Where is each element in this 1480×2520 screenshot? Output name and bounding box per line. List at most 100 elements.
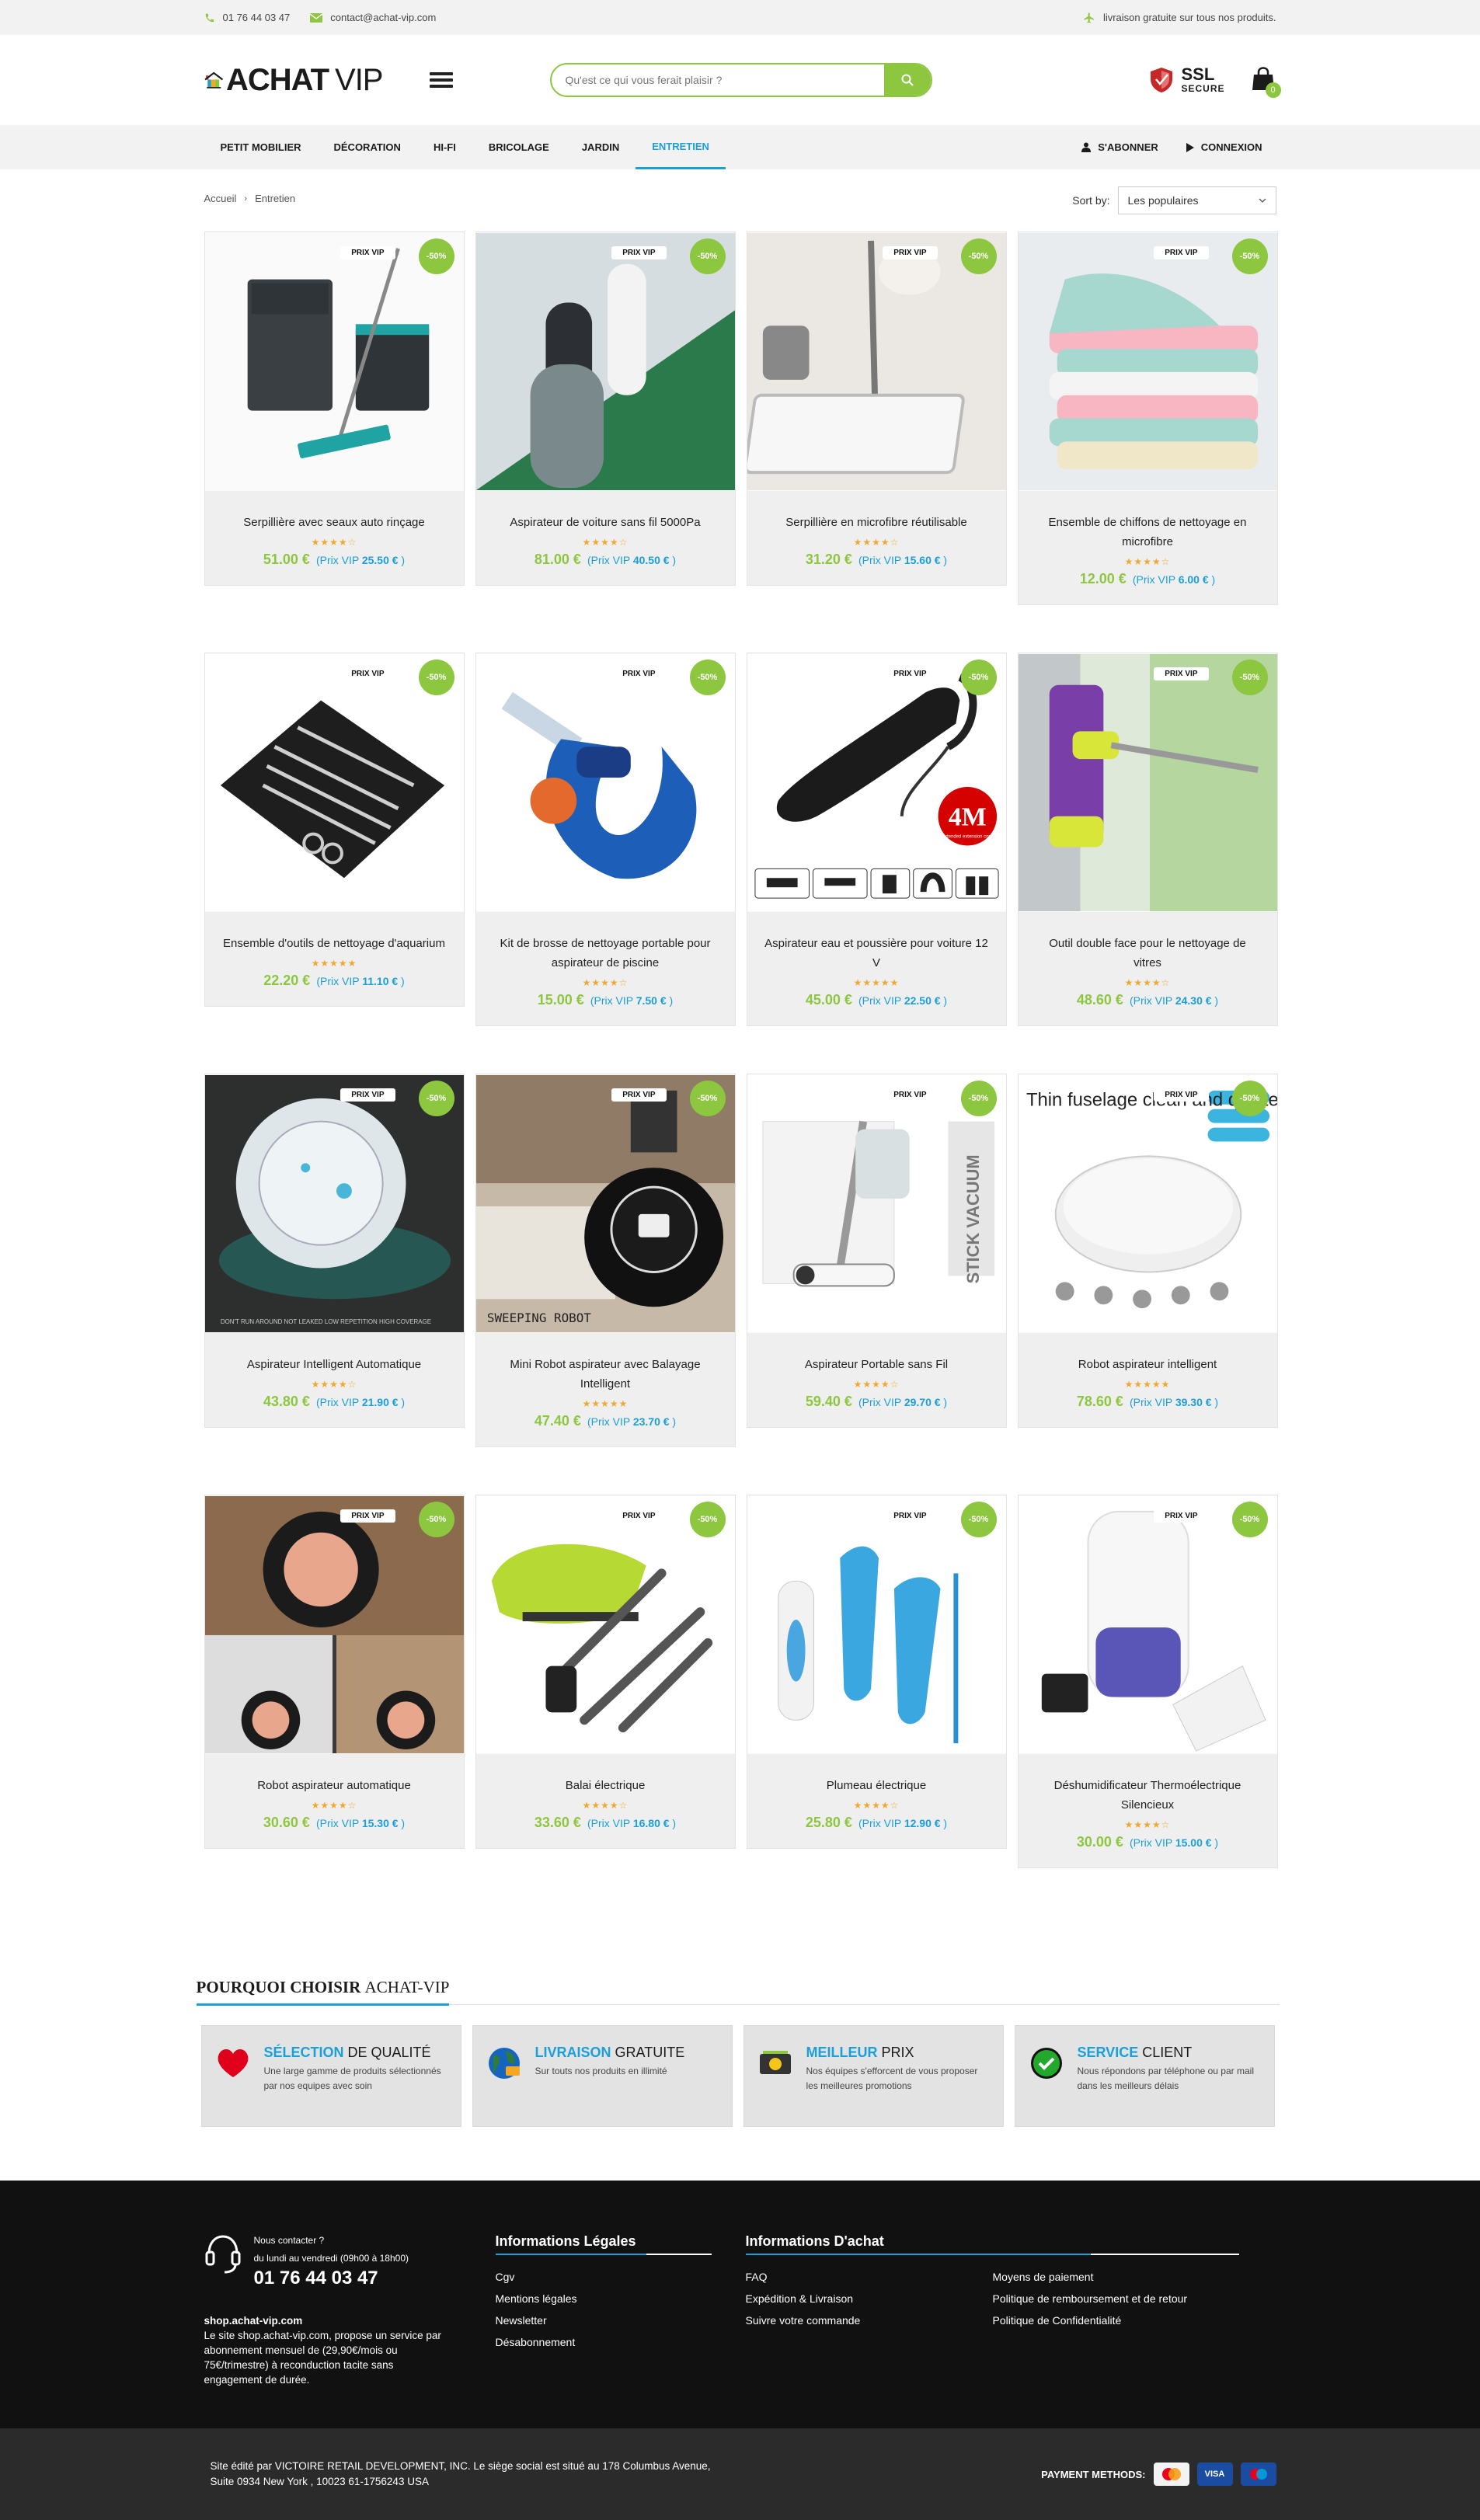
vip-price: (Prix VIP 15.60 € )	[858, 554, 948, 566]
product-name[interactable]: Mini Robot aspirateur avec Balayage Inte…	[492, 1355, 719, 1394]
product-image[interactable]: SWEEPING ROBOT PRIX VIP -50%	[475, 1074, 735, 1333]
footer-link-unsubscribe[interactable]: Désabonnement	[496, 2331, 712, 2353]
search-button[interactable]	[883, 64, 931, 96]
breadcrumb-home[interactable]: Accueil	[204, 193, 237, 204]
vip-price-label: (Prix VIP	[587, 554, 630, 566]
product-card[interactable]: PRIX VIP -50% Ensemble de chiffons de ne…	[1017, 231, 1278, 605]
product-card[interactable]: PRIX VIP -50% Aspirateur de voiture sans…	[475, 231, 736, 586]
vip-price: (Prix VIP 29.70 € )	[858, 1396, 948, 1408]
product-image[interactable]: DON'T RUN AROUND NOT LEAKED LOW REPETITI…	[204, 1074, 464, 1333]
product-overlay-text: STICK VACUUM	[963, 1154, 983, 1283]
product-image[interactable]: STICK VACUUM PRIX VIP -50%	[747, 1074, 1006, 1333]
product-name[interactable]: Kit de brosse de nettoyage portable pour…	[492, 934, 719, 973]
product-card[interactable]: PRIX VIP -50% Balai électrique ★★★★☆ 33.…	[475, 1495, 736, 1849]
nav-item-decoration[interactable]: DÉCORATION	[318, 125, 417, 169]
product-image[interactable]: Thin fuselage clean and quieter PRIX VIP…	[1018, 1074, 1277, 1333]
nav-item-hifi[interactable]: HI-FI	[417, 125, 472, 169]
product-name[interactable]: Aspirateur de voiture sans fil 5000Pa	[492, 513, 719, 532]
product-card[interactable]: Thin fuselage clean and quieter PRIX VIP…	[1017, 1074, 1278, 1428]
sort-select[interactable]: Les populaires	[1117, 186, 1276, 214]
footer-link-privacy[interactable]: Politique de Confidentialité	[993, 2309, 1188, 2331]
topbar-shipping-text: livraison gratuite sur tous nos produits…	[1102, 12, 1276, 23]
product-card[interactable]: PRIX VIP -50% Serpillière avec seaux aut…	[204, 231, 465, 586]
footer-link-refund[interactable]: Politique de remboursement et de retour	[993, 2288, 1188, 2309]
product-overlay-text: DON'T RUN AROUND NOT LEAKED LOW REPETITI…	[220, 1318, 430, 1325]
vip-price-label: (Prix VIP	[1129, 994, 1172, 1007]
product-name[interactable]: Ensemble d'outils de nettoyage d'aquariu…	[221, 934, 448, 953]
product-image[interactable]: PRIX VIP -50%	[475, 232, 735, 491]
product-image[interactable]: PRIX VIP -50%	[1018, 653, 1277, 912]
footer-phone[interactable]: 01 76 44 03 47	[254, 2269, 409, 2288]
vip-price: (Prix VIP 15.00 € )	[1129, 1836, 1219, 1849]
product-grid: PRIX VIP -50% Serpillière avec seaux aut…	[204, 231, 1278, 1916]
product-price: 22.20 € (Prix VIP 11.10 € )	[221, 973, 448, 989]
login-link[interactable]: CONNEXION	[1172, 125, 1276, 169]
product-image[interactable]: 4M extended extension cord PRIX VIP -50%	[747, 653, 1006, 912]
discount-badge: -50%	[1231, 660, 1268, 695]
product-image[interactable]: PRIX VIP -50%	[475, 1495, 735, 1754]
product-card[interactable]: 4M extended extension cord PRIX VIP -50% …	[746, 653, 1007, 1026]
product-name[interactable]: Aspirateur Intelligent Automatique	[221, 1355, 448, 1374]
feature-title: MEILLEUR PRIX	[806, 2045, 991, 2061]
mastercard-icon	[1153, 2463, 1189, 2486]
product-image[interactable]: PRIX VIP -50%	[747, 232, 1006, 491]
product-image[interactable]: PRIX VIP -50%	[1018, 1495, 1277, 1754]
product-image[interactable]: PRIX VIP -50%	[747, 1495, 1006, 1754]
footer-link-shipping[interactable]: Expédition & Livraison	[746, 2288, 993, 2309]
vip-price: (Prix VIP 16.80 € )	[587, 1817, 677, 1829]
vip-price-value: 16.80 €	[632, 1817, 670, 1829]
subscribe-link[interactable]: S'ABONNER	[1067, 125, 1172, 169]
product-name[interactable]: Serpillière avec seaux auto rinçage	[221, 513, 448, 532]
product-name[interactable]: Balai électrique	[492, 1776, 719, 1795]
search-input[interactable]	[551, 64, 884, 96]
product-card[interactable]: PRIX VIP -50% Kit de brosse de nettoyage…	[475, 653, 736, 1026]
nav-item-petit-mobilier[interactable]: PETIT MOBILIER	[204, 125, 318, 169]
product-price: 43.80 € (Prix VIP 21.90 € )	[221, 1394, 448, 1410]
product-card[interactable]: PRIX VIP -50% Plumeau électrique ★★★★☆ 2…	[746, 1495, 1007, 1849]
product-card[interactable]: PRIX VIP -50% Serpillière en microfibre …	[746, 231, 1007, 586]
product-name[interactable]: Aspirateur Portable sans Fil	[763, 1355, 991, 1374]
footer-link-newsletter[interactable]: Newsletter	[496, 2309, 712, 2331]
menu-burger-icon[interactable]	[429, 69, 453, 91]
handheld-vacuum-icon: 4M extended extension cord	[747, 653, 1006, 912]
footer-link-faq[interactable]: FAQ	[746, 2266, 993, 2288]
breadcrumb-separator-icon: ›	[244, 193, 248, 204]
site-logo[interactable]: ACHAT VIP	[204, 62, 384, 98]
product-name[interactable]: Plumeau électrique	[763, 1776, 991, 1795]
product-image[interactable]: PRIX VIP -50%	[1018, 232, 1277, 491]
footer-link-cgv[interactable]: Cgv	[496, 2266, 712, 2288]
product-card[interactable]: DON'T RUN AROUND NOT LEAKED LOW REPETITI…	[204, 1074, 465, 1428]
product-name[interactable]: Ensemble de chiffons de nettoyage en mic…	[1034, 513, 1262, 552]
product-image[interactable]: PRIX VIP -50%	[204, 232, 464, 491]
vip-price-tag: PRIX VIP	[611, 667, 667, 680]
nav-item-bricolage[interactable]: BRICOLAGE	[472, 125, 566, 169]
product-image[interactable]: PRIX VIP -50%	[204, 1495, 464, 1754]
product-image[interactable]: PRIX VIP -50%	[204, 653, 464, 912]
product-name[interactable]: Robot aspirateur intelligent	[1034, 1355, 1262, 1374]
product-name[interactable]: Déshumidificateur Thermoélectrique Silen…	[1034, 1776, 1262, 1815]
vip-price-value: 22.50 €	[904, 994, 941, 1007]
cart-button[interactable]: 0	[1252, 67, 1281, 98]
nav-item-entretien[interactable]: ENTRETIEN	[636, 125, 726, 169]
product-card[interactable]: STICK VACUUM PRIX VIP -50% Aspirateur Po…	[746, 1074, 1007, 1428]
product-card[interactable]: SWEEPING ROBOT PRIX VIP -50% Mini Robot …	[475, 1074, 736, 1447]
topbar-email[interactable]: contact@achat-vip.com	[310, 12, 436, 23]
site-header: ACHATVIP SSL SECURE 0	[0, 35, 1480, 125]
product-card[interactable]: PRIX VIP -50% Déshumidificateur Thermoél…	[1017, 1495, 1278, 1868]
footer-legal-line-1: Site édité par VICTOIRE RETAIL DEVELOPME…	[210, 2460, 711, 2472]
product-name[interactable]: Robot aspirateur automatique	[221, 1776, 448, 1795]
topbar-phone[interactable]: 01 76 44 03 47	[204, 12, 290, 23]
product-card[interactable]: PRIX VIP -50% Ensemble d'outils de netto…	[204, 653, 465, 1007]
footer-link-track[interactable]: Suivre votre commande	[746, 2309, 993, 2331]
product-card[interactable]: PRIX VIP -50% Robot aspirateur automatiq…	[204, 1495, 465, 1849]
product-name[interactable]: Serpillière en microfibre réutilisable	[763, 513, 991, 532]
product-image[interactable]: PRIX VIP -50%	[475, 653, 735, 912]
footer-link-payment[interactable]: Moyens de paiement	[993, 2266, 1188, 2288]
product-name[interactable]: Aspirateur eau et poussière pour voiture…	[763, 934, 991, 973]
product-card[interactable]: PRIX VIP -50% Outil double face pour le …	[1017, 653, 1278, 1026]
feature-card: SERVICE CLIENT Nous répondons par téléph…	[1014, 2025, 1275, 2127]
product-name[interactable]: Outil double face pour le nettoyage de v…	[1034, 934, 1262, 973]
feature-title: SÉLECTION DE QUALITÉ	[264, 2045, 448, 2061]
nav-item-jardin[interactable]: JARDIN	[566, 125, 636, 169]
footer-link-mentions[interactable]: Mentions légales	[496, 2288, 712, 2309]
